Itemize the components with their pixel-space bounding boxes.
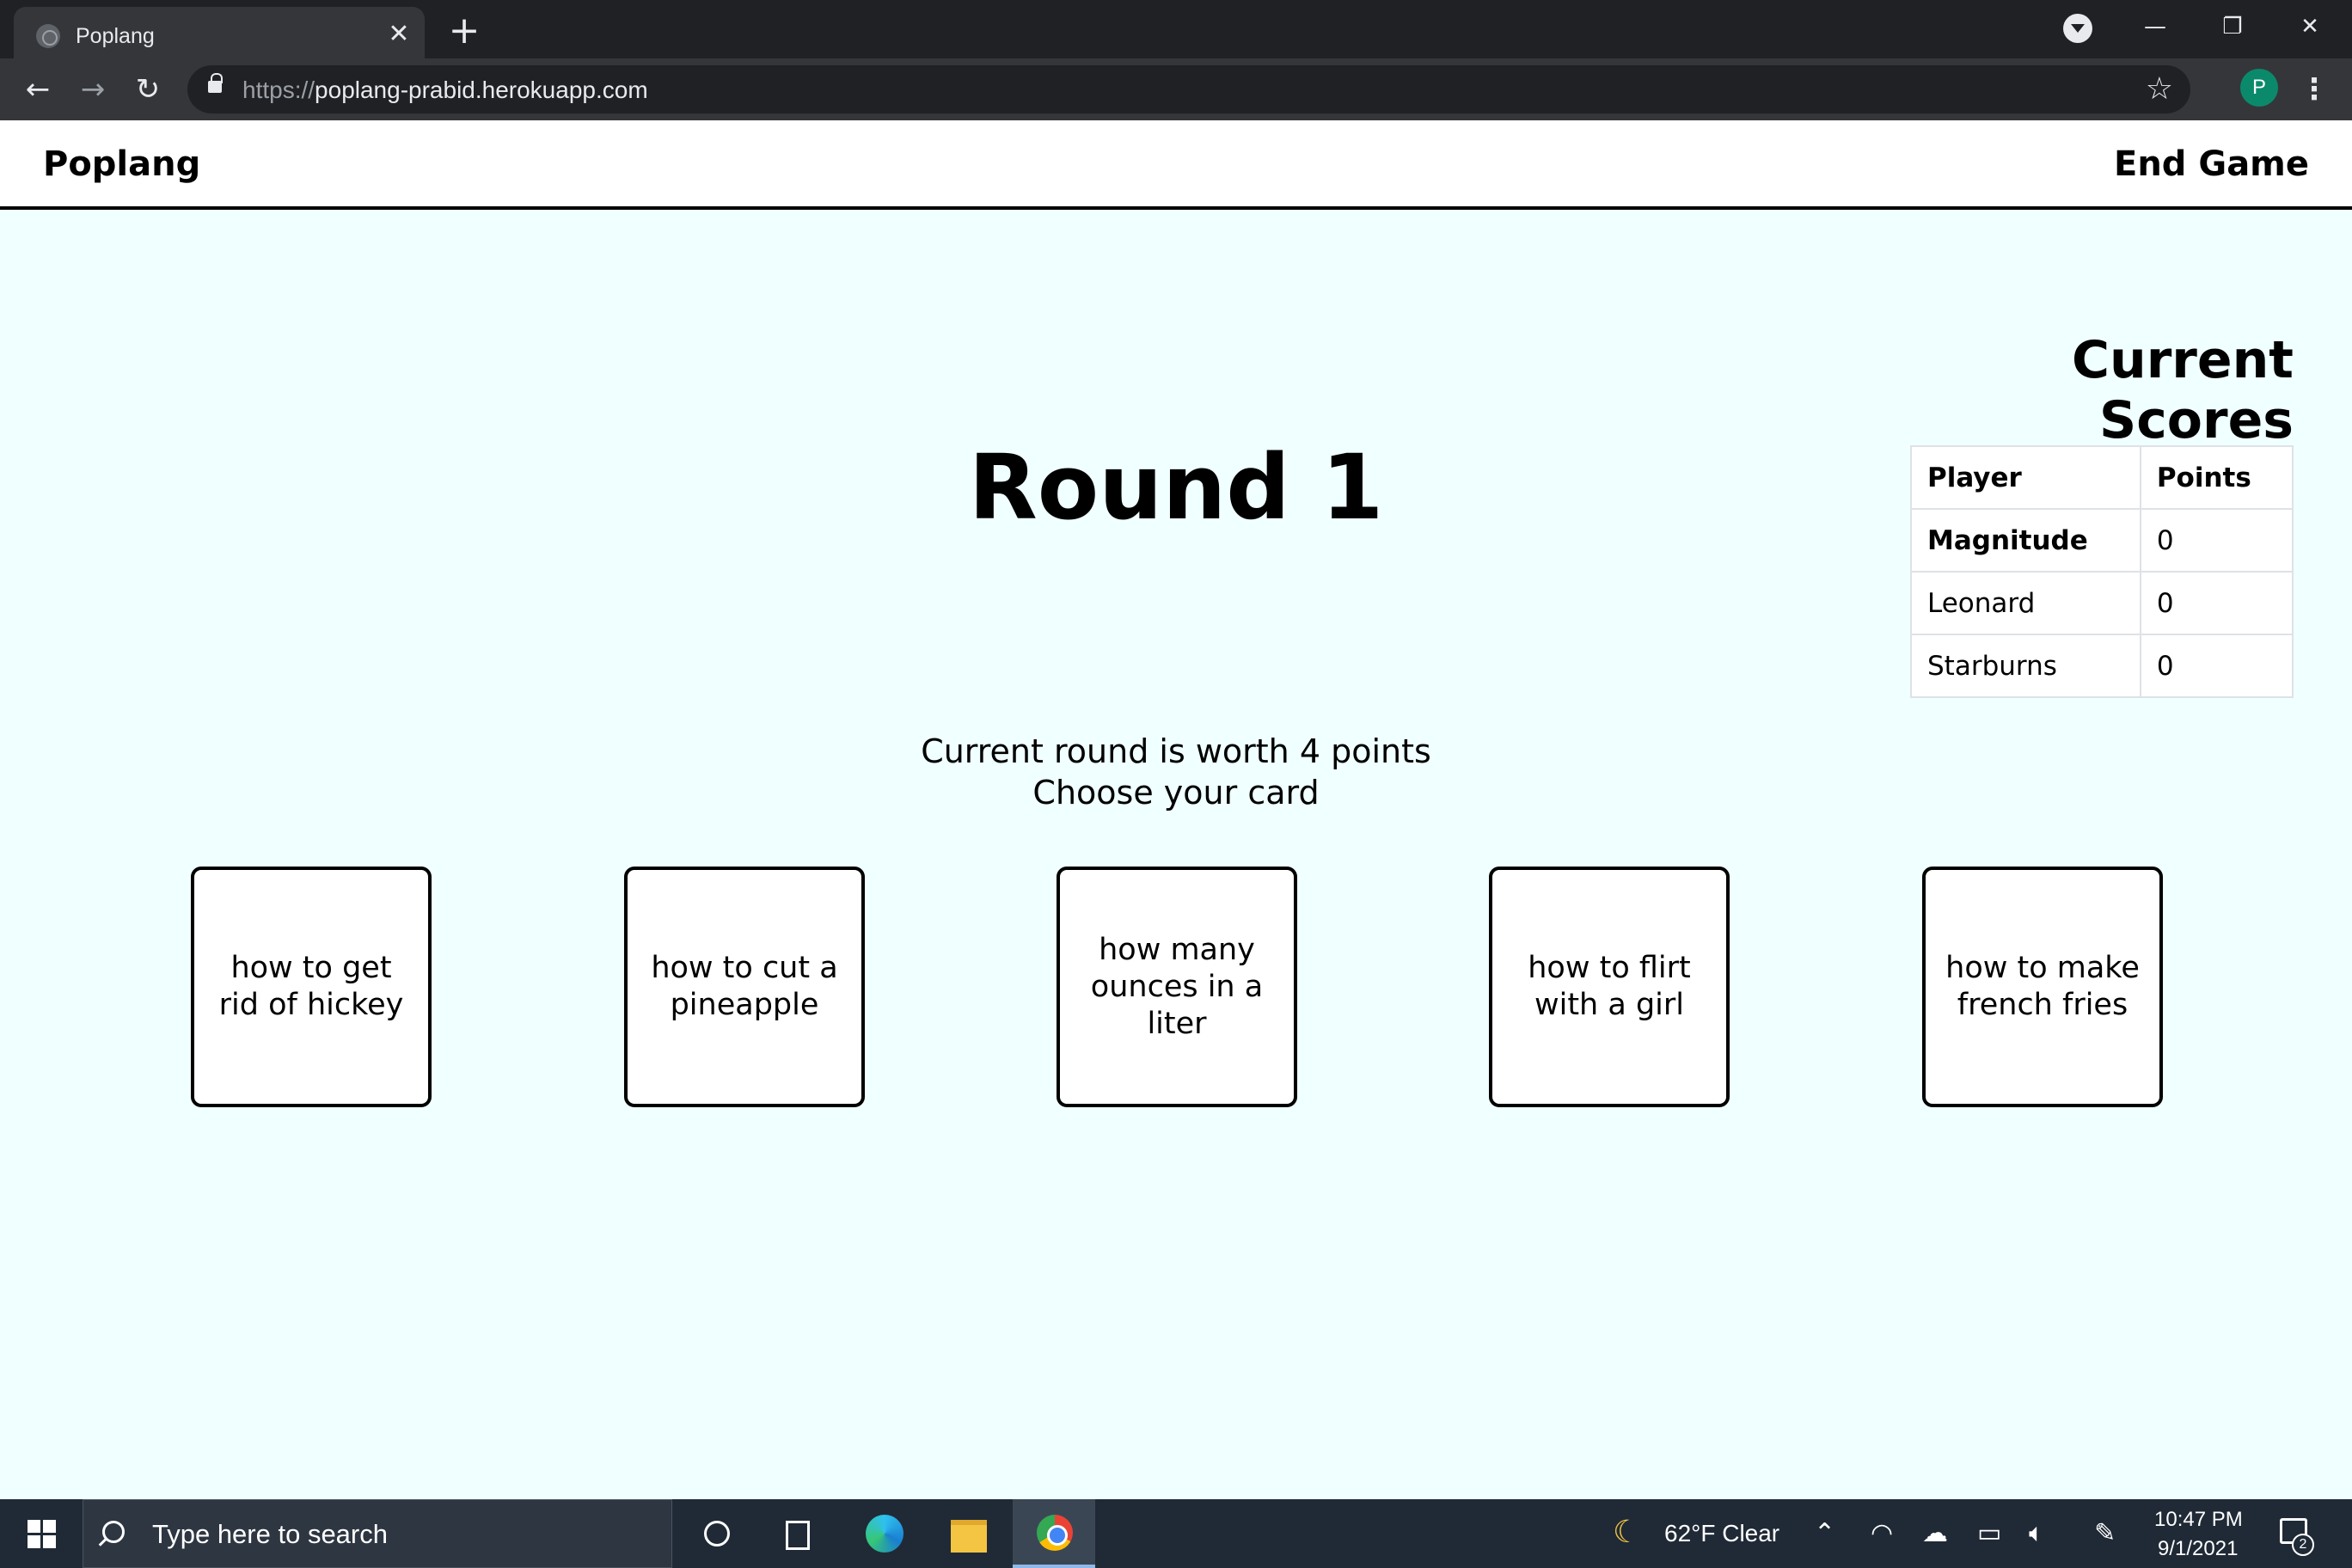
chevron-up-icon[interactable]: ⌃ — [1814, 1518, 1835, 1548]
windows-logo-pane — [43, 1520, 56, 1533]
restore-button[interactable]: ❐ — [2202, 5, 2263, 48]
cortana-icon[interactable] — [676, 1499, 758, 1568]
tab-search-icon[interactable] — [2063, 14, 2092, 43]
forward-icon[interactable]: → — [72, 69, 113, 110]
windows-taskbar: Type here to search ☾ 62°F Clear ⌃ ◠ ☁ ▭… — [0, 1499, 2352, 1568]
scores-heading: Current Scores — [2071, 330, 2294, 450]
windows-start-icon[interactable] — [0, 1499, 83, 1568]
minimize-button[interactable]: — — [2125, 5, 2185, 48]
player-name: Magnitude — [1910, 508, 2141, 573]
chrome-taskbar-icon[interactable] — [1013, 1499, 1095, 1568]
search-icon — [102, 1521, 125, 1543]
scores-table: Player Points Magnitude 0 Leonard 0 Star… — [1910, 445, 2294, 698]
address-bar[interactable]: https://poplang-prabid.herokuapp.com ☆ — [187, 65, 2190, 113]
globe-icon — [36, 24, 60, 48]
profile-avatar[interactable]: P — [2240, 69, 2278, 107]
end-game-link[interactable]: End Game — [2114, 144, 2309, 184]
lock-icon[interactable] — [208, 73, 223, 93]
brand-link[interactable]: Poplang — [43, 144, 200, 184]
choose-card-instruction: Choose your card — [1032, 774, 1320, 812]
taskbar-search-placeholder: Type here to search — [152, 1519, 388, 1549]
tab-title: Poplang — [76, 24, 155, 48]
player-points: 0 — [2139, 508, 2294, 573]
file-explorer-icon[interactable] — [927, 1499, 1009, 1568]
wifi-icon[interactable]: ◠ — [1871, 1518, 1893, 1548]
url-host: poplang-prabid.herokuapp.com — [315, 77, 648, 103]
table-header-row: Player Points — [1910, 445, 2294, 510]
player-points: 0 — [2139, 634, 2294, 698]
table-row: Leonard 0 — [1910, 571, 2294, 635]
table-row: Starburns 0 — [1910, 634, 2294, 698]
windows-logo-pane — [28, 1535, 40, 1548]
card-option-2[interactable]: how to cut a pineapple — [624, 867, 865, 1107]
new-tab-button[interactable]: + — [444, 10, 485, 52]
app-navbar: Poplang End Game — [0, 120, 2352, 210]
round-worth-text: Current round is worth 4 points — [921, 732, 1431, 770]
player-name: Leonard — [1910, 571, 2141, 635]
battery-icon[interactable]: ▭ — [1977, 1518, 2001, 1548]
moon-icon[interactable]: ☾ — [1613, 1515, 1640, 1550]
close-window-button[interactable]: ✕ — [2280, 5, 2340, 48]
column-header-points: Points — [2139, 445, 2294, 510]
notification-count-badge: 2 — [2292, 1534, 2314, 1556]
pen-icon[interactable]: ✎ — [2094, 1518, 2116, 1548]
column-header-player: Player — [1910, 445, 2141, 510]
card-option-5[interactable]: how to make french fries — [1922, 867, 2163, 1107]
back-icon[interactable]: ← — [17, 69, 58, 110]
edge-browser-icon[interactable] — [842, 1499, 925, 1568]
task-view-icon[interactable] — [756, 1499, 839, 1568]
browser-tab[interactable]: Poplang ✕ — [14, 7, 425, 58]
card-option-1[interactable]: how to get rid of hickey — [191, 867, 432, 1107]
taskbar-search-box[interactable]: Type here to search — [83, 1499, 672, 1568]
windows-logo-pane — [28, 1520, 40, 1533]
browser-toolbar: ← → ↻ https://poplang-prabid.herokuapp.c… — [0, 58, 2352, 120]
card-option-4[interactable]: how to flirt with a girl — [1489, 867, 1730, 1107]
player-points: 0 — [2139, 571, 2294, 635]
browser-menu-icon[interactable]: ⋮ — [2297, 69, 2331, 110]
bookmark-star-icon[interactable]: ☆ — [2146, 70, 2173, 108]
cloud-icon[interactable]: ☁ — [1922, 1518, 1948, 1548]
volume-icon[interactable]: 🔈︎ — [2029, 1518, 2044, 1548]
player-name: Starburns — [1910, 634, 2141, 698]
close-tab-icon[interactable]: ✕ — [383, 19, 414, 50]
clock-date[interactable]: 9/1/2021 — [2158, 1537, 2238, 1561]
windows-logo-pane — [43, 1535, 56, 1548]
browser-frame: Poplang ✕ + — ❐ ✕ ← → ↻ https://poplang-… — [0, 0, 2352, 120]
clock-time[interactable]: 10:47 PM — [2154, 1508, 2243, 1532]
weather-text[interactable]: 62°F Clear — [1664, 1520, 1779, 1547]
table-row: Magnitude 0 — [1910, 508, 2294, 573]
url-text[interactable]: https://poplang-prabid.herokuapp.com — [242, 77, 648, 104]
card-option-3[interactable]: how many ounces in a liter — [1057, 867, 1297, 1107]
reload-icon[interactable]: ↻ — [127, 69, 168, 110]
url-scheme: https:// — [242, 77, 315, 103]
